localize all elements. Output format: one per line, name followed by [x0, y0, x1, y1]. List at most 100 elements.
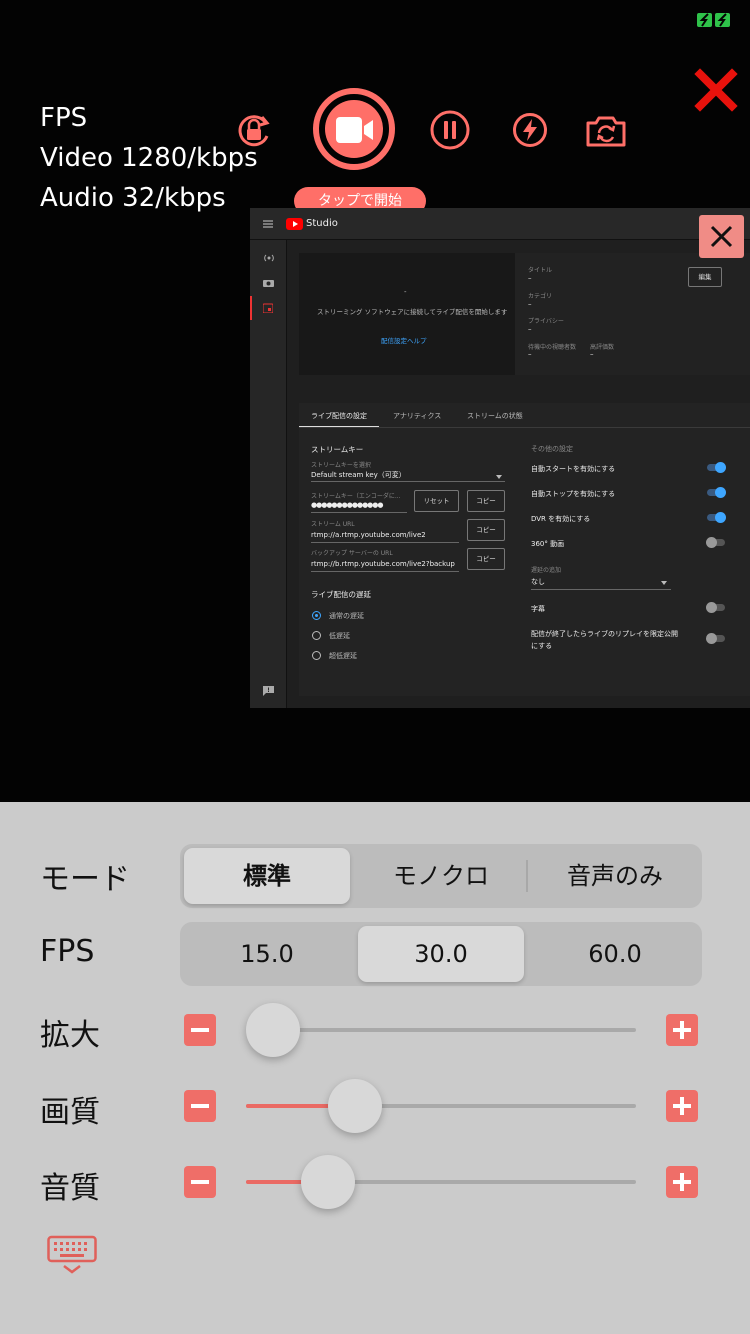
youtube-logo-icon: [286, 218, 303, 230]
stream-key-value: ●●●●●●●●●●●●●●: [311, 501, 384, 509]
rotation-lock-icon[interactable]: [235, 112, 273, 150]
category-label: カテゴリ: [528, 293, 553, 300]
fps-option-60[interactable]: 60.0: [532, 926, 698, 982]
feedback-icon[interactable]: [263, 686, 274, 696]
auto-stop-label: 自動ストップを有効にする: [531, 490, 616, 498]
mode-label: モード: [40, 862, 130, 897]
backup-url-label: バックアップ サーバーの URL: [311, 550, 393, 557]
zoom-minus-button[interactable]: [184, 1014, 216, 1046]
mode-separator: [526, 860, 528, 892]
fps-option-15[interactable]: 15.0: [184, 926, 350, 982]
captions-label: 字幕: [531, 605, 545, 613]
stream-help-link[interactable]: 配信設定ヘルプ: [381, 335, 427, 345]
replay-label-line2: にする: [531, 642, 553, 650]
close-share-button[interactable]: [699, 215, 744, 258]
audio-quality-label: 音質: [40, 1171, 100, 1206]
battery-icon: [697, 13, 730, 27]
waiting-viewers-label: 待機中の視聴者数: [528, 344, 577, 351]
stream-stats: FPS Video 1280/kbps Audio 32/kbps: [40, 98, 258, 218]
dvr-label: DVR を有効にする: [531, 515, 591, 523]
mode-option-audio-only[interactable]: 音声のみ: [532, 848, 698, 904]
mode-option-standard[interactable]: 標準: [184, 848, 350, 904]
zoom-label: 拡大: [40, 1018, 100, 1053]
category-value: –: [528, 300, 532, 308]
stream-key-heading: ストリームキー: [311, 445, 364, 454]
close-icon[interactable]: [694, 68, 738, 112]
fps-segmented-control[interactable]: 15.0 30.0 60.0: [180, 922, 702, 986]
dropdown-arrow-icon: [496, 475, 502, 479]
replay-toggle[interactable]: [706, 633, 725, 644]
waiting-viewers-value: –: [528, 350, 532, 358]
privacy-label: プライバシー: [528, 318, 564, 325]
delay-dropdown-icon: [661, 581, 667, 585]
latency-low-radio[interactable]: [312, 631, 321, 640]
record-button[interactable]: [313, 88, 395, 170]
reset-button[interactable]: リセット: [414, 490, 459, 512]
backup-url-value: rtmp://b.rtmp.youtube.com/live2?backup: [311, 560, 455, 568]
switch-camera-icon[interactable]: [585, 114, 627, 148]
quality-minus-button[interactable]: [184, 1090, 216, 1122]
preview-dash: -: [404, 288, 407, 296]
keyboard-icon[interactable]: [47, 1234, 97, 1274]
quality-plus-button[interactable]: [666, 1090, 698, 1122]
url-underline: [311, 542, 459, 543]
stream-hint: ストリーミング ソフトウェアに接続してライブ配信を開始します: [317, 308, 508, 316]
latency-heading: ライブ配信の遅延: [311, 590, 371, 599]
quality-slider-thumb[interactable]: [328, 1079, 383, 1133]
close-icon: [710, 225, 733, 248]
delay-select[interactable]: なし: [531, 577, 545, 587]
other-settings-heading: その他の設定: [531, 445, 573, 453]
title-value: –: [528, 274, 532, 282]
zoom-slider[interactable]: [246, 1003, 636, 1057]
audio-quality-slider-thumb[interactable]: [300, 1155, 355, 1209]
select-underline: [311, 481, 505, 482]
copy-key-button[interactable]: コピー: [467, 490, 505, 512]
fps-label: FPS: [40, 934, 95, 969]
stream-url-value: rtmp://a.rtmp.youtube.com/live2: [311, 531, 426, 539]
pause-icon[interactable]: [429, 109, 471, 151]
tab-stream-health[interactable]: ストリームの状態: [467, 411, 523, 421]
audio-quality-plus-button[interactable]: [666, 1166, 698, 1198]
nav-active-indicator: [250, 296, 252, 320]
tab-analytics[interactable]: アナリティクス: [393, 411, 441, 421]
tab-live-settings[interactable]: ライブ配信の設定: [311, 411, 367, 421]
record-button-fill: [325, 100, 383, 158]
vr360-toggle[interactable]: [706, 537, 725, 548]
menu-icon: [263, 220, 273, 228]
audio-quality-minus-button[interactable]: [184, 1166, 216, 1198]
tabs-divider: [299, 427, 750, 428]
latency-low-label: 低遅延: [329, 632, 350, 640]
likes-value: –: [590, 350, 594, 358]
live-icon[interactable]: [263, 254, 275, 262]
zoom-slider-thumb[interactable]: [246, 1003, 300, 1057]
latency-normal-radio[interactable]: [312, 611, 321, 620]
flash-icon[interactable]: [512, 112, 548, 148]
camera-icon[interactable]: [263, 278, 274, 287]
quality-slider[interactable]: [246, 1079, 636, 1133]
studio-brand: Studio: [306, 218, 338, 229]
video-camera-icon: [336, 117, 373, 143]
edit-button[interactable]: 編集: [688, 267, 722, 287]
mode-option-mono[interactable]: モノクロ: [358, 848, 524, 904]
zoom-plus-button[interactable]: [666, 1014, 698, 1046]
calendar-icon[interactable]: [263, 303, 273, 313]
stream-key-select[interactable]: Default stream key（可変）: [311, 470, 406, 480]
latency-normal-label: 通常の遅延: [329, 612, 364, 620]
fps-option-30[interactable]: 30.0: [358, 926, 524, 982]
auto-stop-toggle[interactable]: [707, 487, 726, 498]
stream-key-label: ストリームキー（エンコーダに...: [311, 493, 401, 500]
studio-left-nav: [250, 240, 287, 708]
audio-bitrate: Audio 32/kbps: [40, 183, 226, 213]
latency-ultralow-radio[interactable]: [312, 651, 321, 660]
title-label: タイトル: [528, 267, 553, 274]
audio-quality-slider[interactable]: [246, 1155, 636, 1209]
dvr-toggle[interactable]: [707, 512, 726, 523]
quality-label: 画質: [40, 1095, 100, 1130]
copy-backup-button[interactable]: コピー: [467, 548, 505, 570]
delay-label: 遅延の追加: [531, 567, 562, 574]
mode-segmented-control[interactable]: 標準 モノクロ 音声のみ: [180, 844, 702, 908]
captions-toggle[interactable]: [706, 602, 725, 613]
auto-start-toggle[interactable]: [707, 462, 726, 473]
backup-underline: [311, 571, 459, 572]
copy-url-button[interactable]: コピー: [467, 519, 505, 541]
